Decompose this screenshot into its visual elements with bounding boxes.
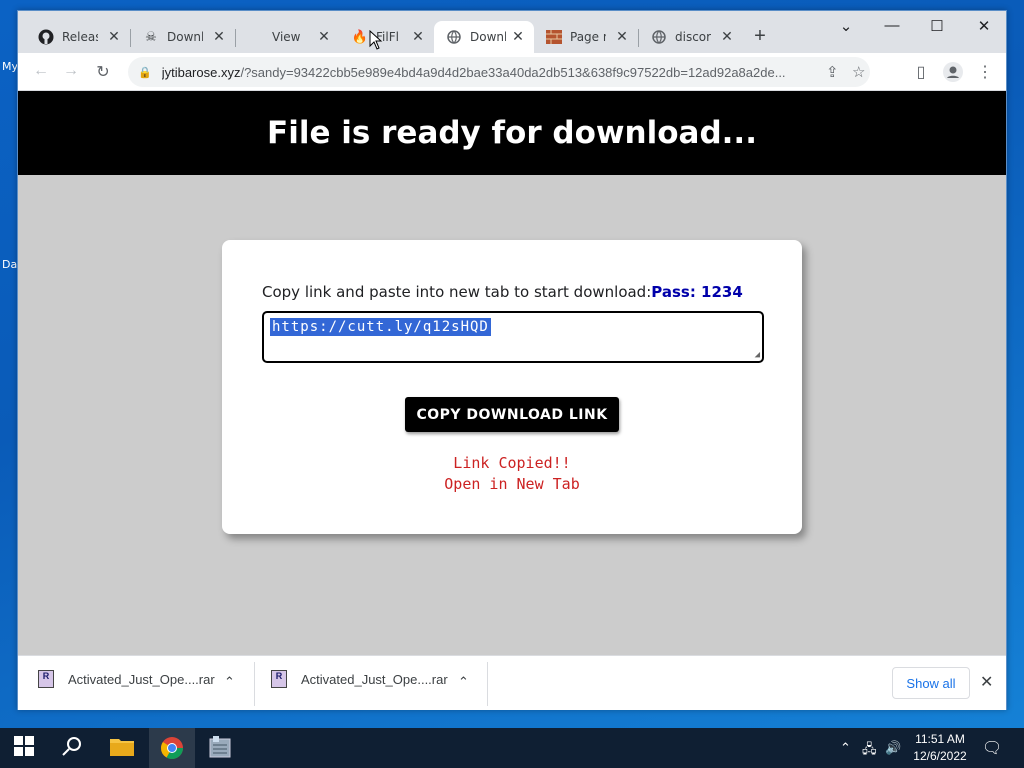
address-bar[interactable]: 🔒 jytibarose.xyz/?sandy=93422cbb5e989e4b… bbox=[128, 57, 870, 87]
side-panel-icon[interactable]: ▯ bbox=[910, 62, 932, 82]
close-tab-icon[interactable]: ✕ bbox=[719, 29, 735, 45]
copy-download-link-button[interactable]: COPY DOWNLOAD LINK bbox=[405, 397, 619, 432]
show-all-button[interactable]: Show all bbox=[892, 667, 970, 699]
tab-view[interactable]: View ✕ bbox=[236, 21, 340, 53]
close-tab-icon[interactable]: ✕ bbox=[614, 29, 630, 45]
maximize-button[interactable]: ☐ bbox=[917, 17, 957, 35]
forward-icon[interactable]: → bbox=[60, 62, 82, 80]
new-tab-button[interactable]: + bbox=[748, 25, 772, 48]
tab-search-icon[interactable]: ⌄ bbox=[826, 17, 866, 35]
minimize-button[interactable]: — bbox=[872, 17, 912, 34]
chrome-icon[interactable] bbox=[160, 736, 184, 760]
instruction-text: Copy link and paste into new tab to star… bbox=[262, 283, 743, 301]
page-content: File is ready for download... Copy link … bbox=[18, 91, 1006, 655]
close-tab-icon[interactable]: ✕ bbox=[106, 29, 122, 45]
download-link-value: https://cutt.ly/q12sHQD bbox=[270, 318, 491, 336]
menu-kebab-icon[interactable]: ⋮ bbox=[974, 62, 996, 82]
profile-avatar-icon[interactable] bbox=[942, 62, 964, 87]
brick-icon bbox=[546, 29, 562, 45]
tab-filefl[interactable]: 🔥 FilFl ✕ bbox=[340, 21, 434, 53]
rar-file-icon: R bbox=[271, 670, 287, 688]
clock-date: 12/6/2022 bbox=[913, 749, 967, 763]
file-explorer-icon[interactable] bbox=[110, 736, 134, 760]
flame-icon: 🔥 bbox=[351, 29, 369, 45]
url-domain: jytibarose.xyz bbox=[161, 64, 241, 80]
download-link-textarea[interactable]: https://cutt.ly/q12sHQD ◢ bbox=[262, 311, 764, 363]
link-copied-message: Link Copied!! bbox=[453, 454, 571, 472]
tab-download-1[interactable]: ☠ Downl ✕ bbox=[131, 21, 235, 53]
close-tab-icon[interactable]: ✕ bbox=[316, 29, 332, 45]
bookmark-star-icon[interactable]: ☆ bbox=[852, 63, 865, 81]
tab-title: Downl bbox=[470, 30, 506, 44]
download-item[interactable]: R Activated_Just_Ope....rar bbox=[38, 670, 215, 688]
close-window-button[interactable]: ✕ bbox=[964, 17, 1004, 35]
page-title: File is ready for download... bbox=[267, 115, 757, 151]
back-icon[interactable]: ← bbox=[30, 62, 52, 80]
url-text[interactable]: jytibarose.xyz/?sandy=93422cbb5e989e4bd4… bbox=[162, 65, 802, 80]
password-label: Pass: 1234 bbox=[651, 283, 743, 301]
chevron-up-icon[interactable]: ⌃ bbox=[224, 674, 235, 690]
search-icon[interactable] bbox=[60, 736, 84, 760]
tab-download-active[interactable]: Downl ✕ bbox=[434, 21, 534, 53]
notifications-icon[interactable]: 🗨 bbox=[982, 738, 1002, 758]
tab-title: Releas bbox=[62, 30, 98, 44]
download-card: Copy link and paste into new tab to star… bbox=[222, 240, 802, 534]
close-tab-icon[interactable]: ✕ bbox=[211, 29, 227, 45]
chevron-up-icon[interactable]: ⌃ bbox=[458, 674, 469, 690]
tab-title: View bbox=[272, 30, 301, 44]
desktop-icon-label[interactable]: My bbox=[2, 60, 18, 73]
app-icon[interactable] bbox=[208, 736, 232, 760]
clock-time: 11:51 AM bbox=[915, 732, 965, 746]
rar-file-icon: R bbox=[38, 670, 54, 688]
tab-title: discor bbox=[675, 30, 711, 44]
download-file-name: Activated_Just_Ope....rar bbox=[68, 671, 215, 687]
page-banner: File is ready for download... bbox=[18, 91, 1006, 175]
download-item[interactable]: R Activated_Just_Ope....rar bbox=[271, 670, 448, 688]
github-icon bbox=[38, 29, 54, 45]
taskbar: ⌃ 🖧 🔊 11:51 AM 12/6/2022 🗨 bbox=[0, 728, 1024, 768]
tab-strip: Releas ✕ ☠ Downl ✕ View ✕ 🔥 FilFl ✕ Down… bbox=[18, 11, 1006, 53]
download-file-name: Activated_Just_Ope....rar bbox=[301, 671, 448, 687]
globe-icon bbox=[446, 29, 462, 45]
tab-discord[interactable]: discor ✕ bbox=[639, 21, 743, 53]
close-download-shelf-icon[interactable]: ✕ bbox=[980, 672, 993, 692]
download-shelf: R Activated_Just_Ope....rar ⌃ R Activate… bbox=[18, 655, 1006, 710]
tab-title: Downl bbox=[167, 30, 203, 44]
network-icon[interactable]: 🖧 bbox=[862, 740, 877, 762]
share-icon[interactable]: ⇪ bbox=[826, 63, 839, 81]
taskbar-clock[interactable]: 11:51 AM 12/6/2022 bbox=[908, 731, 972, 765]
url-path: /?sandy=93422cbb5e989e4bd4a9d4d2bae33a40… bbox=[240, 64, 786, 80]
tab-page-not-found[interactable]: Page n ✕ bbox=[534, 21, 638, 53]
blank-icon bbox=[248, 29, 264, 45]
instruction-label: Copy link and paste into new tab to star… bbox=[262, 283, 652, 301]
browser-window: Releas ✕ ☠ Downl ✕ View ✕ 🔥 FilFl ✕ Down… bbox=[17, 10, 1007, 710]
chevron-up-icon[interactable]: ⌃ bbox=[840, 740, 851, 756]
browser-toolbar: ← → ↻ 🔒 jytibarose.xyz/?sandy=93422cbb5e… bbox=[18, 53, 1006, 91]
globe-icon bbox=[651, 29, 667, 45]
windows-start-icon[interactable] bbox=[12, 736, 36, 760]
resize-grip-icon[interactable]: ◢ bbox=[755, 350, 760, 360]
tab-title: Page n bbox=[570, 30, 606, 44]
reload-icon[interactable]: ↻ bbox=[92, 62, 114, 82]
open-new-tab-message: Open in New Tab bbox=[444, 475, 580, 493]
close-tab-icon[interactable]: ✕ bbox=[410, 29, 426, 45]
desktop-icon-label[interactable]: Da bbox=[2, 258, 17, 271]
volume-icon[interactable]: 🔊 bbox=[885, 740, 901, 756]
tab-releases[interactable]: Releas ✕ bbox=[26, 21, 130, 53]
lock-icon[interactable]: 🔒 bbox=[138, 66, 152, 79]
skull-icon: ☠ bbox=[145, 29, 157, 45]
close-tab-icon[interactable]: ✕ bbox=[510, 29, 526, 45]
